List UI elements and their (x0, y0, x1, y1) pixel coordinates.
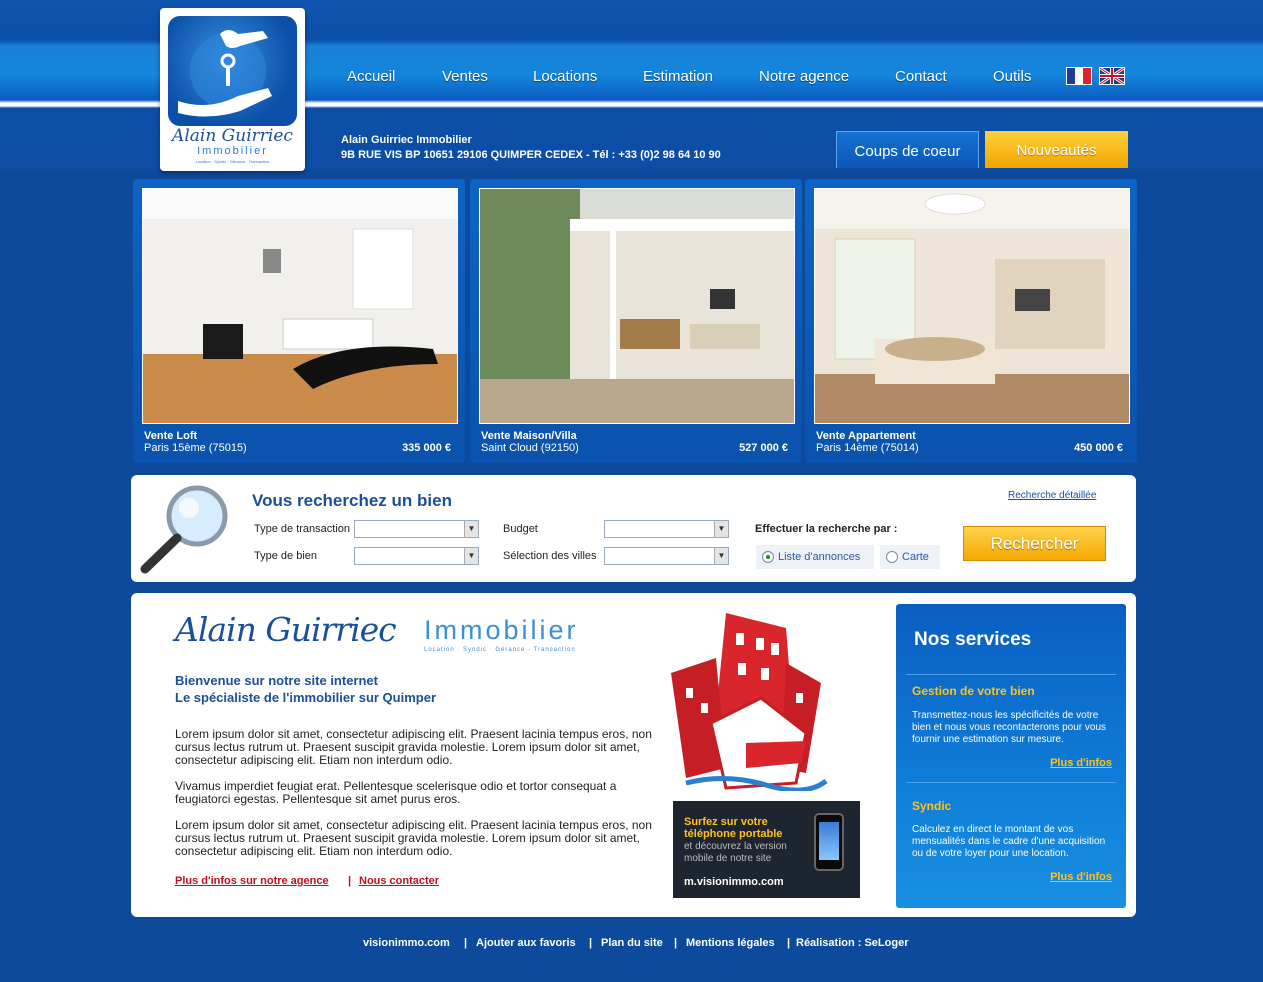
footer-separator: | (674, 937, 678, 949)
mobile-text-line1: et découvrez la version (684, 841, 787, 852)
welcome-line2: Le spécialiste de l'immobilier sur Quimp… (175, 690, 437, 705)
listing-city: Paris 15ème (75015) (144, 442, 247, 454)
property-type-label: Type de bien (254, 550, 317, 562)
chevron-down-icon: ▼ (464, 521, 478, 537)
budget-label: Budget (503, 523, 538, 535)
chevron-down-icon: ▼ (464, 548, 478, 564)
smartphone-icon (814, 813, 844, 871)
mobile-promo-text: et découvrez la version mobile de notre … (684, 841, 787, 865)
radio-map-option[interactable]: Carte (880, 545, 940, 569)
listing-type: Vente Appartement (816, 430, 916, 442)
listing-card[interactable]: Vente Loft Paris 15ème (75015) 335 000 € (133, 179, 465, 463)
radio-map-label: Carte (902, 551, 929, 563)
listing-type: Vente Loft (144, 430, 198, 442)
service-syndic-text: Calculez en direct le montant de vos men… (912, 824, 1106, 859)
flag-uk-icon[interactable] (1099, 66, 1125, 86)
brand-name: Alain Guirriec (175, 610, 397, 649)
listing-card[interactable]: Vente Maison/Villa Saint Cloud (92150) 5… (470, 179, 802, 463)
footer-link-home[interactable]: visionimmo.com (363, 937, 450, 949)
radio-unchecked-icon[interactable] (886, 551, 898, 564)
brand-sub: Immobilier (424, 615, 579, 645)
chevron-down-icon: ▼ (714, 521, 728, 537)
intro-paragraph-3: Lorem ipsum dolor sit amet, consectetur … (175, 818, 652, 858)
listing-photo[interactable] (142, 188, 458, 424)
nav-locations[interactable]: Locations (533, 68, 597, 88)
red-buildings-illustration-icon (666, 603, 831, 793)
service-syndic-more-link[interactable]: Plus d'infos (1050, 871, 1112, 883)
service-gestion-more-link[interactable]: Plus d'infos (1050, 757, 1112, 769)
nav-notre-agence[interactable]: Notre agence (759, 68, 849, 88)
listing-type: Vente Maison/Villa (481, 430, 577, 442)
intro-paragraph-1: Lorem ipsum dolor sit amet, consectetur … (175, 727, 652, 767)
mobile-title-line2: téléphone portable (684, 828, 783, 840)
link-separator: | (348, 875, 352, 887)
nav-outils[interactable]: Outils (993, 68, 1031, 88)
radio-checked-icon[interactable] (762, 551, 774, 564)
contact-link[interactable]: Nous contacter (359, 875, 439, 887)
nav-estimation[interactable]: Estimation (643, 68, 713, 88)
footer-separator: | (464, 937, 468, 949)
nav-accueil[interactable]: Accueil (347, 68, 395, 88)
mobile-url: m.visionimmo.com (684, 876, 784, 888)
intro-paragraph-2: Vivamus imperdiet feugiat erat. Pellente… (175, 779, 617, 806)
chevron-down-icon: ▼ (714, 548, 728, 564)
tab-coups-de-coeur[interactable]: Coups de coeur (836, 131, 979, 168)
listing-city: Saint Cloud (92150) (481, 442, 579, 454)
detailed-search-link[interactable]: Recherche détaillée (1008, 490, 1096, 501)
flag-fr-icon[interactable] (1066, 67, 1092, 85)
logo-name: Alain Guirriec (172, 126, 293, 146)
logo-sub: Immobilier (197, 145, 268, 157)
nav-contact[interactable]: Contact (895, 68, 947, 88)
search-by-label: Effectuer la recherche par : (755, 523, 898, 535)
listing-price: 335 000 € (402, 442, 451, 454)
tab-nouveautes[interactable]: Nouveautés (985, 131, 1128, 168)
radio-list-option[interactable]: Liste d'annonces (756, 545, 874, 569)
agency-info-link[interactable]: Plus d'infos sur notre agence (175, 875, 329, 887)
search-button[interactable]: Rechercher (963, 526, 1106, 561)
footer-separator: | (787, 937, 791, 949)
listing-photo[interactable] (479, 188, 795, 424)
logo[interactable]: Alain Guirriec Immobilier Location · Syn… (160, 8, 305, 171)
logo-hands-key-icon (168, 16, 297, 126)
services-title: Nos services (914, 629, 1032, 650)
welcome-line1: Bienvenue sur notre site internet (175, 673, 378, 688)
radio-list-label: Liste d'annonces (778, 551, 861, 563)
magnifier-icon (137, 481, 237, 576)
mobile-promo-title: Surfez sur votre téléphone portable (684, 816, 782, 840)
service-syndic-title: Syndic (912, 799, 952, 813)
address-line2: 9B RUE VIS BP 10651 29106 QUIMPER CEDEX … (341, 149, 721, 161)
welcome-heading: Bienvenue sur notre site internet Le spé… (175, 672, 436, 706)
footer-link-sitemap[interactable]: Plan du site (601, 937, 663, 949)
search-title: Vous recherchez un bien (252, 491, 452, 510)
footer-link-credits[interactable]: Réalisation : SeLoger (796, 937, 908, 949)
cities-select[interactable]: ▼ (604, 547, 729, 565)
services-panel: Nos services Gestion de votre bien Trans… (896, 604, 1126, 908)
nav-ventes[interactable]: Ventes (442, 68, 488, 88)
brand-tagline: Location · Syndic · Gérance · Transactio… (424, 647, 576, 653)
address-line1: Alain Guirriec Immobilier (341, 134, 472, 146)
footer-link-legal[interactable]: Mentions légales (686, 937, 775, 949)
budget-select[interactable]: ▼ (604, 520, 729, 538)
listing-price: 527 000 € (739, 442, 788, 454)
property-type-select[interactable]: ▼ (354, 547, 479, 565)
service-gestion-title: Gestion de votre bien (912, 684, 1035, 698)
footer-separator: | (589, 937, 593, 949)
agency-address: Alain Guirriec Immobilier 9B RUE VIS BP … (341, 133, 721, 163)
listing-city: Paris 14ème (75014) (816, 442, 919, 454)
cities-label: Sélection des villes (503, 550, 597, 562)
service-gestion-text: Transmettez-nous les spécificités de vot… (912, 710, 1107, 745)
listing-card[interactable]: Vente Appartement Paris 14ème (75014) 45… (805, 179, 1137, 463)
listing-price: 450 000 € (1074, 442, 1123, 454)
main-panel: Alain Guirriec Immobilier Location · Syn… (131, 593, 1136, 917)
logo-tagline: Location · Syndic · Gérance · Transactio… (195, 159, 270, 164)
mobile-text-line2: mobile de notre site (684, 853, 772, 864)
transaction-select[interactable]: ▼ (354, 520, 479, 538)
transaction-label: Type de transaction (254, 523, 351, 535)
mobile-promo[interactable]: Surfez sur votre téléphone portable et d… (673, 801, 860, 898)
mobile-title-line1: Surfez sur votre (684, 816, 768, 828)
footer-link-favorites[interactable]: Ajouter aux favoris (476, 937, 576, 949)
listing-photo[interactable] (814, 188, 1130, 424)
